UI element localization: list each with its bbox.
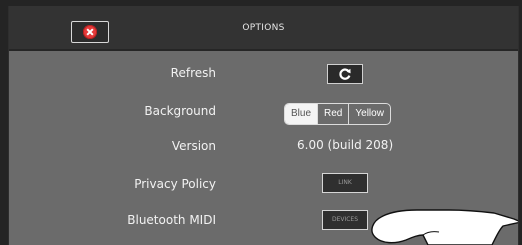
app-frame: OPTIONS Refresh Background Blue Red Yell… [0,0,522,245]
pointing-hand-icon [371,209,518,245]
options-panel: OPTIONS Refresh Background Blue Red Yell… [8,6,519,245]
